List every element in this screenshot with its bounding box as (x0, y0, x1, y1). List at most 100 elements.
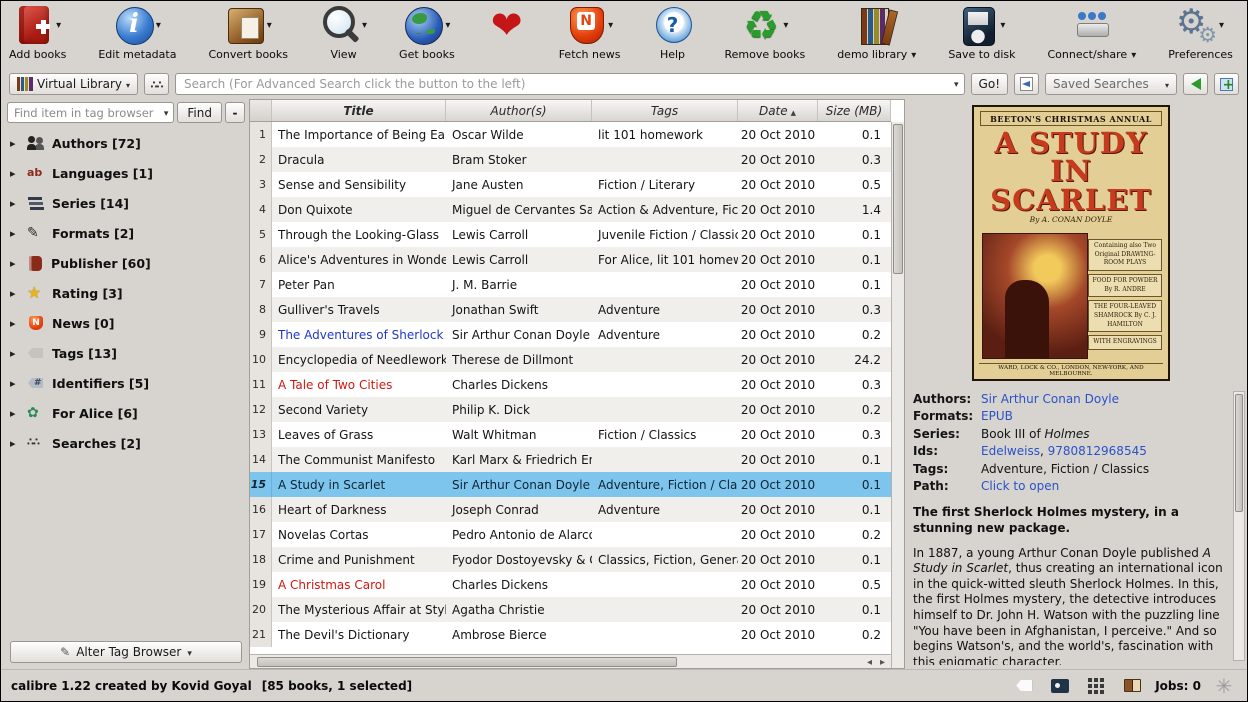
dropdown-arrow-icon[interactable] (156, 19, 161, 31)
jobs-spinner-icon[interactable] (1211, 673, 1237, 699)
sidebar-item-formats[interactable]: Formats [2] (7, 218, 245, 248)
table-row[interactable]: 15 A Study in Scarlet Sir Arthur Conan D… (250, 472, 891, 497)
table-row[interactable]: 3 Sense and Sensibility Jane Austen Fict… (250, 172, 891, 197)
table-row[interactable]: 21 The Devil's Dictionary Ambrose Bierce… (250, 622, 891, 647)
expand-arrow-icon[interactable] (10, 346, 20, 360)
book-cover[interactable]: BEETON'S CHRISTMAS ANNUAL A STUDY IN SCA… (972, 105, 1170, 381)
dropdown-arrow-icon[interactable] (783, 19, 788, 31)
scroll-left-icon[interactable] (863, 655, 876, 669)
table-row[interactable]: 1 The Importance of Being Ear... Oscar W… (250, 122, 891, 147)
expand-arrow-icon[interactable] (10, 166, 20, 180)
table-row[interactable]: 19 A Christmas Carol Charles Dickens 20 … (250, 572, 891, 597)
preferences-button[interactable]: Preferences (1168, 3, 1233, 62)
table-row[interactable]: 10 Encyclopedia of Needlework Therese de… (250, 347, 891, 372)
scrollbar-thumb[interactable] (1235, 394, 1243, 512)
view-button[interactable]: View (320, 3, 367, 62)
find-button[interactable]: Find (177, 102, 222, 123)
table-row[interactable]: 4 Don Quixote Miguel de Cervantes Saa...… (250, 197, 891, 222)
dropdown-arrow-icon[interactable] (1000, 19, 1005, 31)
remove-books-button[interactable]: Remove books (725, 3, 806, 62)
column-header-title[interactable]: Title (272, 100, 446, 121)
table-row[interactable]: 2 Dracula Bram Stoker 20 Oct 2010 0.3 (250, 147, 891, 172)
expand-arrow-icon[interactable] (10, 286, 20, 300)
expand-arrow-icon[interactable] (10, 256, 20, 270)
highlight-matches-button[interactable] (1014, 73, 1039, 95)
table-row[interactable]: 17 Novelas Cortas Pedro Antonio de Alarc… (250, 522, 891, 547)
sidebar-item-tags[interactable]: Tags [13] (7, 338, 245, 368)
library-button[interactable]: demo library (837, 3, 916, 62)
sidebar-item-rating[interactable]: Rating [3] (7, 278, 245, 308)
sidebar-item-for-alice[interactable]: For Alice [6] (7, 398, 245, 428)
save-to-disk-button[interactable]: Save to disk (948, 3, 1015, 62)
tag-browser-find-input[interactable] (7, 102, 174, 123)
advanced-search-button[interactable] (144, 73, 169, 95)
sidebar-item-news[interactable]: News [0] (7, 308, 245, 338)
get-books-button[interactable]: Get books (399, 3, 455, 62)
table-row[interactable]: 11 A Tale of Two Cities Charles Dickens … (250, 372, 891, 397)
fetch-news-button[interactable]: Fetch news (559, 3, 621, 62)
dropdown-arrow-icon[interactable] (911, 49, 916, 61)
chevron-down-icon[interactable] (954, 79, 959, 89)
table-row[interactable]: 13 Leaves of Grass Walt Whitman Fiction … (250, 422, 891, 447)
add-books-button[interactable]: Add books (9, 3, 66, 62)
help-button[interactable]: Help (653, 3, 693, 62)
expand-arrow-icon[interactable] (10, 436, 20, 450)
edit-metadata-button[interactable]: Edit metadata (98, 3, 176, 62)
tag-browser-toggle-button[interactable] (1011, 673, 1037, 699)
table-row[interactable]: 16 Heart of Darkness Joseph Conrad Adven… (250, 497, 891, 522)
alter-tag-browser-button[interactable]: Alter Tag Browser (10, 641, 242, 663)
table-row[interactable]: 7 Peter Pan J. M. Barrie 20 Oct 2010 0.1 (250, 272, 891, 297)
expand-arrow-icon[interactable] (10, 226, 20, 240)
connect-share-button[interactable]: Connect/share (1048, 3, 1137, 62)
search-input[interactable] (175, 73, 965, 95)
scrollbar-thumb[interactable] (257, 657, 677, 667)
sidebar-item-identifiers[interactable]: Identifiers [5] (7, 368, 245, 398)
id-link-edelweiss[interactable]: Edelweiss (981, 444, 1040, 458)
table-row[interactable]: 5 Through the Looking-Glass Lewis Carrol… (250, 222, 891, 247)
details-scrollbar[interactable] (1233, 391, 1245, 661)
dropdown-arrow-icon[interactable] (362, 19, 367, 31)
vertical-scrollbar[interactable] (891, 122, 904, 668)
horizontal-scrollbar[interactable] (250, 654, 891, 668)
dropdown-arrow-icon[interactable] (1131, 49, 1136, 61)
sidebar-item-publisher[interactable]: Publisher [60] (7, 248, 245, 278)
expand-arrow-icon[interactable] (10, 136, 20, 150)
cover-browser-toggle-button[interactable] (1047, 673, 1073, 699)
dropdown-arrow-icon[interactable] (1219, 19, 1224, 31)
search-go-button[interactable]: Go! (971, 73, 1008, 95)
sidebar-item-languages[interactable]: Languages [1] (7, 158, 245, 188)
expand-arrow-icon[interactable] (10, 376, 20, 390)
sidebar-item-searches[interactable]: Searches [2] (7, 428, 245, 458)
scroll-right-icon[interactable] (876, 655, 889, 669)
scrollbar-thumb[interactable] (893, 124, 903, 274)
saved-searches-dropdown[interactable]: Saved Searches (1045, 73, 1177, 95)
virtual-library-button[interactable]: Virtual Library (9, 73, 138, 95)
table-row[interactable]: 8 Gulliver's Travels Jonathan Swift Adve… (250, 297, 891, 322)
book-details-toggle-button[interactable] (1119, 673, 1145, 699)
dropdown-arrow-icon[interactable] (608, 19, 613, 31)
jobs-label[interactable]: Jobs: 0 (1155, 679, 1201, 693)
convert-books-button[interactable]: Convert books (208, 3, 288, 62)
author-link[interactable]: Sir Arthur Conan Doyle (981, 391, 1119, 408)
dropdown-arrow-icon[interactable] (267, 19, 272, 31)
column-header-size[interactable]: Size (MB) (818, 100, 891, 121)
expand-arrow-icon[interactable] (10, 406, 20, 420)
sidebar-item-series[interactable]: Series [14] (7, 188, 245, 218)
row-number-header[interactable] (250, 100, 272, 121)
dropdown-arrow-icon[interactable] (445, 19, 450, 31)
table-row[interactable]: 12 Second Variety Philip K. Dick 20 Oct … (250, 397, 891, 422)
save-search-button[interactable] (1214, 73, 1239, 95)
table-row[interactable]: 20 The Mysterious Affair at Styles Agath… (250, 597, 891, 622)
collapse-all-button[interactable]: - (225, 102, 245, 123)
format-link[interactable]: EPUB (981, 408, 1013, 425)
sidebar-item-authors[interactable]: Authors [72] (7, 128, 245, 158)
cover-grid-toggle-button[interactable] (1083, 673, 1109, 699)
table-row[interactable]: 9 The Adventures of Sherlock ... Sir Art… (250, 322, 891, 347)
expand-arrow-icon[interactable] (10, 316, 20, 330)
donate-button[interactable] (487, 3, 527, 62)
copy-search-button[interactable] (1183, 73, 1208, 95)
id-link-isbn[interactable]: 9780812968545 (1048, 444, 1147, 458)
chevron-down-icon[interactable] (164, 107, 169, 117)
table-row[interactable]: 14 The Communist Manifesto Karl Marx & F… (250, 447, 891, 472)
column-header-date[interactable]: Date (738, 100, 818, 121)
